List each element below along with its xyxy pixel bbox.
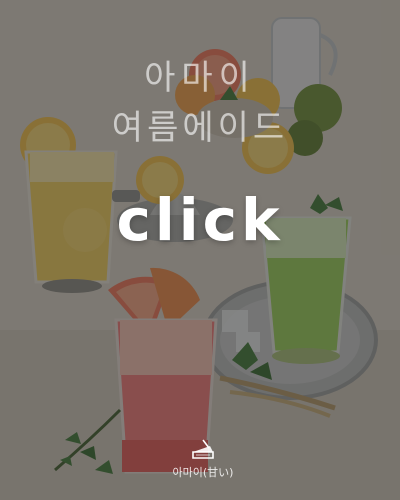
title-line-2: 여름에이드: [111, 108, 289, 148]
brand-logo: 아마이(甘い): [158, 436, 248, 486]
title-line-1: 아마이: [144, 58, 256, 98]
click-button[interactable]: click: [0, 186, 400, 254]
cake-slice-icon: [192, 439, 214, 459]
promo-banner[interactable]: 아마이 여름에이드 click 아마이(甘い): [0, 0, 400, 500]
brand-name: 아마이(甘い): [172, 466, 234, 479]
